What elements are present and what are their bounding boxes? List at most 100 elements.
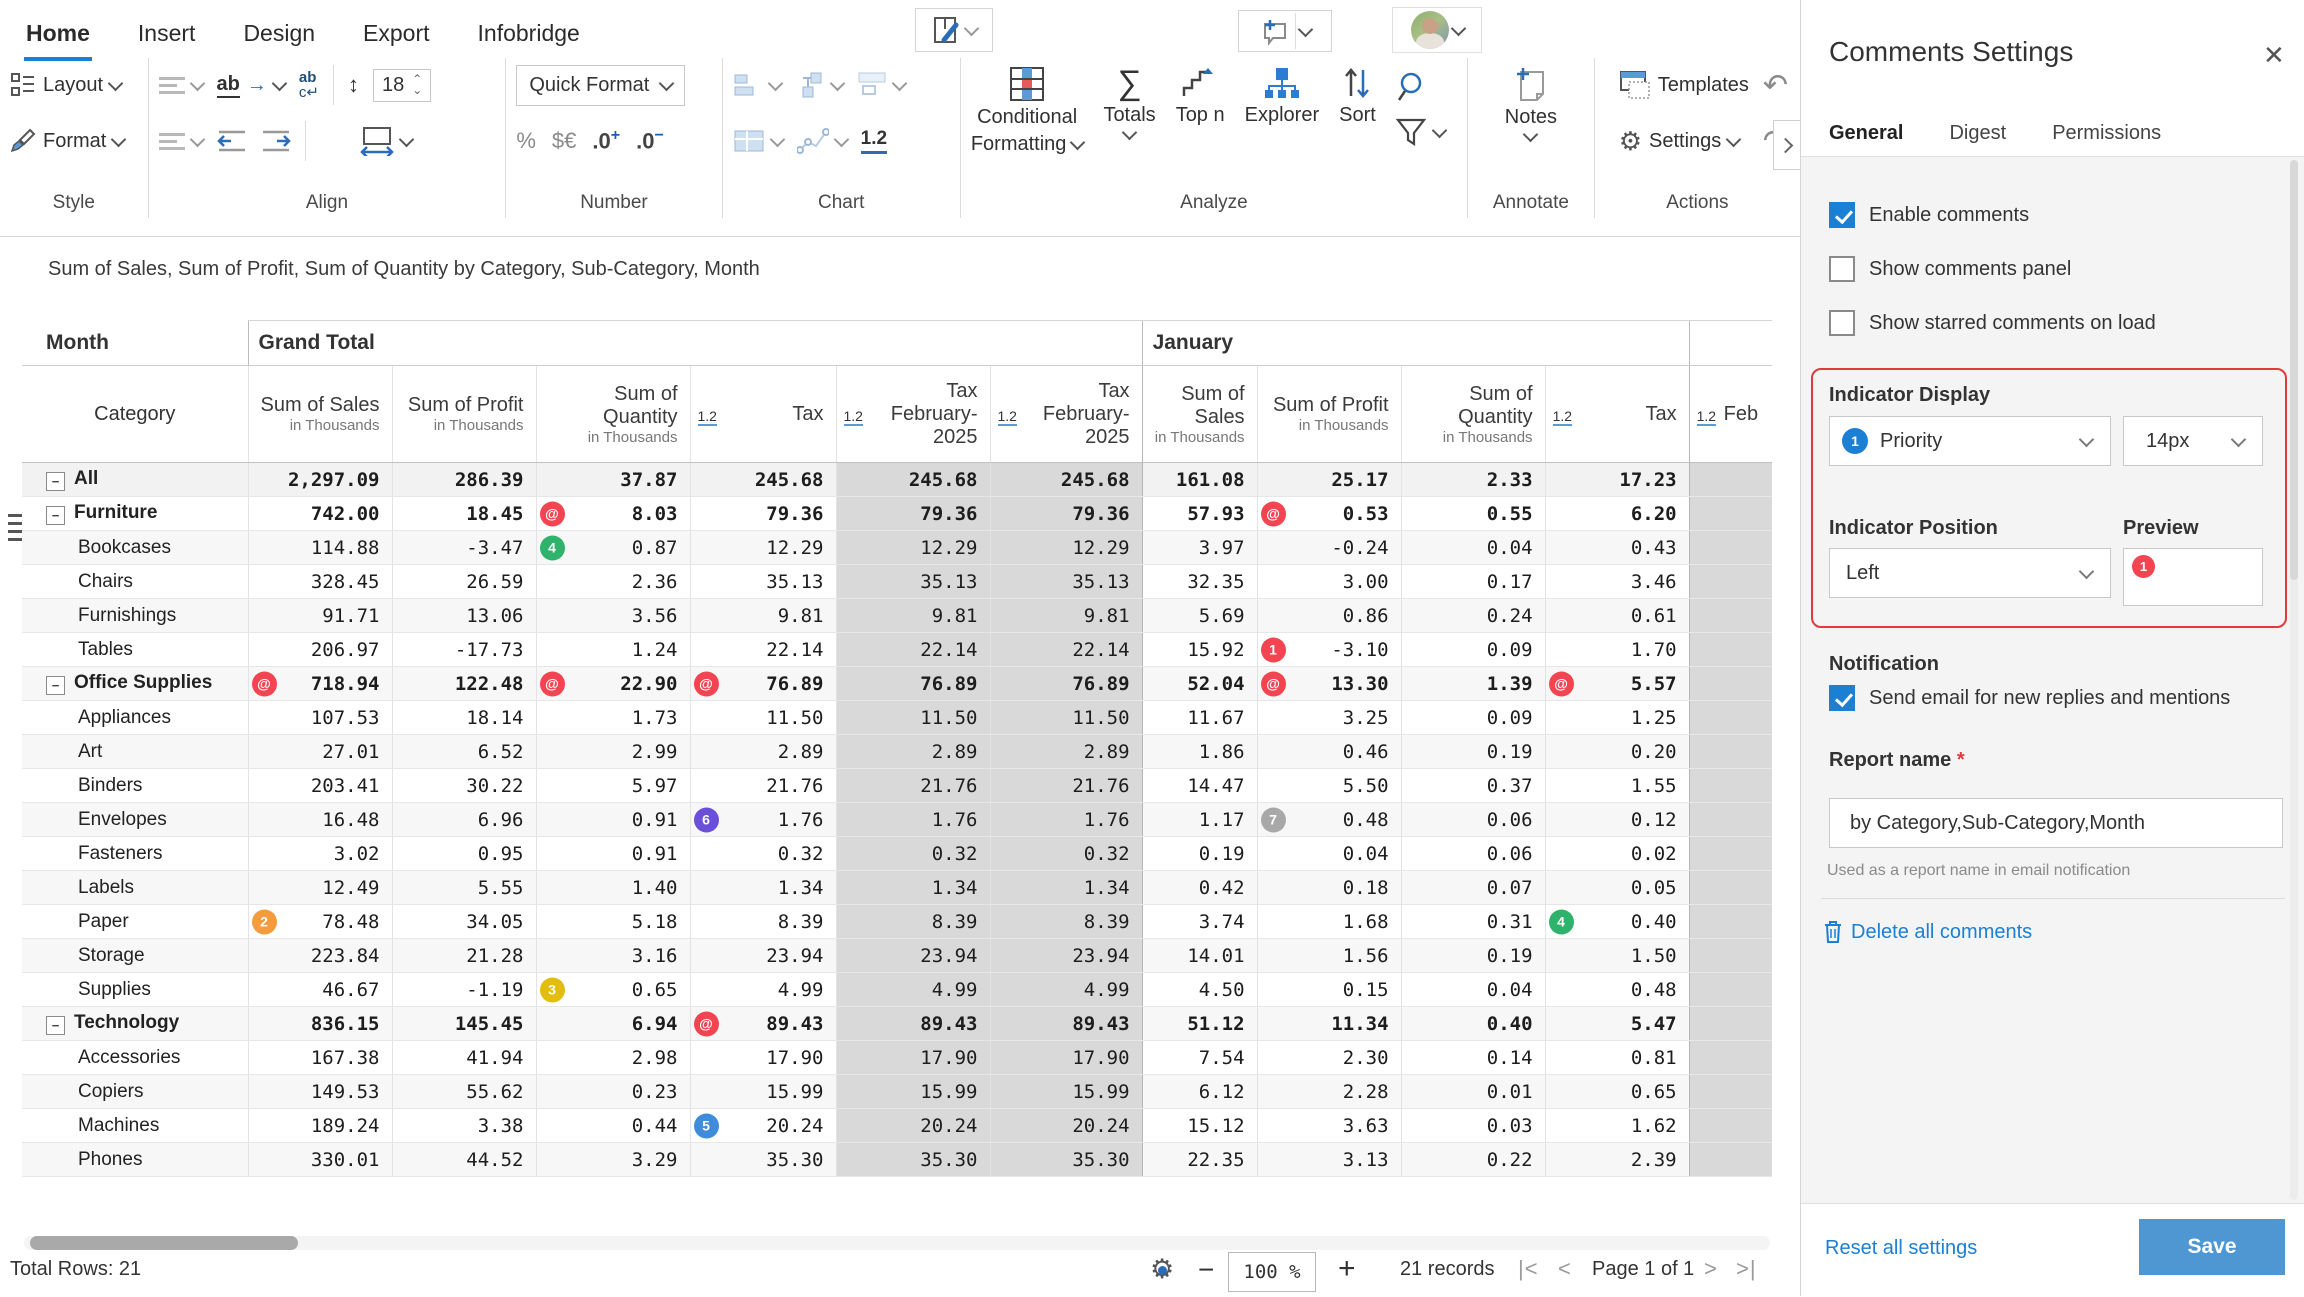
conditional-formatting-button[interactable]: Conditional Formatting (971, 62, 1086, 156)
pivot-cell[interactable]: 21.28 (391, 938, 536, 973)
pivot-cell[interactable]: 0.65 (1544, 1074, 1690, 1109)
pivot-cell[interactable] (1688, 1108, 1772, 1143)
pivot-cell[interactable]: 0.48 7 (1256, 802, 1402, 837)
pivot-cell[interactable]: 0.04 (1400, 530, 1546, 565)
pivot-cell[interactable]: 3.13 (1256, 1142, 1402, 1177)
pivot-cell[interactable]: 1.56 (1256, 938, 1402, 973)
pivot-cell[interactable]: 1.24 (535, 632, 690, 667)
pivot-cell[interactable]: 0.04 (1256, 836, 1402, 871)
quick-format-dropdown[interactable]: Quick Format (516, 64, 686, 106)
pivot-cell[interactable]: 21.76 (835, 768, 990, 803)
comment-indicator-badge[interactable]: 3 (539, 977, 565, 1002)
pivot-cell[interactable]: 0.06 (1400, 802, 1546, 837)
pivot-cell[interactable]: 21.76 (989, 768, 1143, 803)
pivot-cell[interactable]: 1.55 (1544, 768, 1690, 803)
pivot-cell[interactable]: 245.68 (835, 462, 990, 497)
pivot-cell[interactable]: 1.17 (1141, 802, 1258, 837)
pivot-cell[interactable]: 6.96 (391, 802, 536, 837)
pivot-cell[interactable]: 1.76 (989, 802, 1143, 837)
column-header[interactable]: 1.2 Tax (1544, 365, 1690, 463)
pivot-cell[interactable]: 0.86 (1256, 598, 1402, 633)
pivot-cell[interactable]: 0.04 (1400, 972, 1546, 1007)
collapse-icon[interactable] (46, 1016, 65, 1035)
pivot-cell[interactable] (1688, 564, 1772, 599)
pivot-cell[interactable]: 22.14 (989, 632, 1143, 667)
pivot-cell[interactable]: 0.91 (535, 802, 690, 837)
pivot-cell[interactable]: 6.52 (391, 734, 536, 769)
column-header[interactable]: 1.2 Tax February- 2025 (835, 365, 990, 463)
pivot-cell[interactable]: 5.50 (1256, 768, 1402, 803)
panel-scrollbar[interactable] (2290, 160, 2298, 1200)
pivot-cell[interactable]: 0.19 (1400, 734, 1546, 769)
pivot-cell[interactable]: 1.50 (1544, 938, 1690, 973)
pivot-cell[interactable]: 0.61 (1544, 598, 1690, 633)
pivot-cell[interactable]: 3.25 (1256, 700, 1402, 735)
pivot-cell[interactable]: 1.34 (989, 870, 1143, 905)
pivot-row-header[interactable]: Paper (22, 904, 248, 939)
pivot-cell[interactable]: 8.03 @ (535, 496, 690, 531)
pivot-cell[interactable]: 35.13 (689, 564, 836, 599)
pivot-cell[interactable]: 0.53 @ (1256, 496, 1402, 531)
percent-format-button[interactable]: % (516, 128, 536, 154)
pivot-cell[interactable]: 15.12 (1141, 1108, 1258, 1143)
pivot-cell[interactable]: 1.76 6 (689, 802, 836, 837)
pivot-cell[interactable]: 11.50 (989, 700, 1143, 735)
decrease-decimal-button[interactable]: .0− (636, 127, 664, 154)
pivot-cell[interactable]: 718.94 @ (247, 666, 392, 701)
pivot-cell[interactable]: -3.47 (391, 530, 536, 565)
pivot-cell[interactable]: -1.19 (391, 972, 536, 1007)
number-format-icon[interactable]: 1.2 (1696, 408, 1717, 426)
templates-button[interactable]: Templates (1619, 70, 1749, 100)
pivot-cell[interactable]: 27.01 (247, 734, 392, 769)
pivot-cell[interactable]: 0.42 (1141, 870, 1258, 905)
pivot-cell[interactable]: 836.15 (247, 1006, 392, 1041)
pivot-cell[interactable]: 76.89 (989, 666, 1143, 701)
pivot-cell[interactable]: 11.67 (1141, 700, 1258, 735)
pivot-cell[interactable]: 20.24 (989, 1108, 1143, 1143)
pivot-cell[interactable]: 32.35 (1141, 564, 1258, 599)
pivot-cell[interactable]: 107.53 (247, 700, 392, 735)
pivot-cell[interactable]: 89.43 @ (689, 1006, 836, 1041)
pivot-cell[interactable]: 0.48 (1544, 972, 1690, 1007)
pivot-cell[interactable]: 3.63 (1256, 1108, 1402, 1143)
pivot-cell[interactable]: 328.45 (247, 564, 392, 599)
pivot-cell[interactable]: 2.98 (535, 1040, 690, 1075)
pivot-cell[interactable]: 3.74 (1141, 904, 1258, 939)
pivot-cell[interactable]: 14.47 (1141, 768, 1258, 803)
pivot-cell[interactable] (1688, 734, 1772, 769)
pivot-cell[interactable]: 35.13 (989, 564, 1143, 599)
pivot-row-header[interactable]: Supplies (22, 972, 248, 1007)
comment-indicator-badge[interactable]: @ (1260, 501, 1286, 526)
pivot-cell[interactable]: 223.84 (247, 938, 392, 973)
pivot-row-header[interactable]: Furnishings (22, 598, 248, 633)
column-header[interactable]: 1.2 Feb (1688, 365, 1772, 463)
number-format-icon[interactable]: 1.2 (1552, 408, 1573, 426)
save-button[interactable]: Save (2139, 1219, 2285, 1275)
pivot-cell[interactable] (1688, 462, 1772, 497)
pivot-cell[interactable]: 206.97 (247, 632, 392, 667)
pivot-row-header[interactable]: Phones (22, 1142, 248, 1177)
pivot-cell[interactable] (1688, 768, 1772, 803)
corner-row-field[interactable]: Month (22, 320, 248, 366)
pivot-cell[interactable]: -3.10 1 (1256, 632, 1402, 667)
pivot-row-header[interactable]: Chairs (22, 564, 248, 599)
column-width-button[interactable] (359, 126, 414, 156)
comment-indicator-badge[interactable]: 7 (1260, 807, 1286, 832)
column-header[interactable]: Sum of Sales in Thousands (247, 365, 392, 463)
pivot-cell[interactable]: 34.05 (391, 904, 536, 939)
pivot-cell[interactable]: 3.97 (1141, 530, 1258, 565)
show-starred-checkbox[interactable]: Show starred comments on load (1829, 310, 2156, 336)
pivot-cell[interactable]: 122.48 (391, 666, 536, 701)
pivot-cell[interactable]: 0.06 (1400, 836, 1546, 871)
explorer-button[interactable]: Explorer (1245, 62, 1319, 127)
pivot-cell[interactable]: 149.53 (247, 1074, 392, 1109)
pivot-cell[interactable]: 44.52 (391, 1142, 536, 1177)
pivot-cell[interactable]: 0.19 (1400, 938, 1546, 973)
number-format-icon[interactable]: 1.2 (997, 408, 1017, 426)
pivot-cell[interactable]: 4.99 (989, 972, 1143, 1007)
pager-next-button[interactable]: > (1704, 1256, 1718, 1282)
pivot-cell[interactable]: 7.54 (1141, 1040, 1258, 1075)
pivot-cell[interactable]: 0.01 (1400, 1074, 1546, 1109)
pivot-cell[interactable]: 6.94 (535, 1006, 690, 1041)
pivot-cell[interactable]: 245.68 (689, 462, 836, 497)
